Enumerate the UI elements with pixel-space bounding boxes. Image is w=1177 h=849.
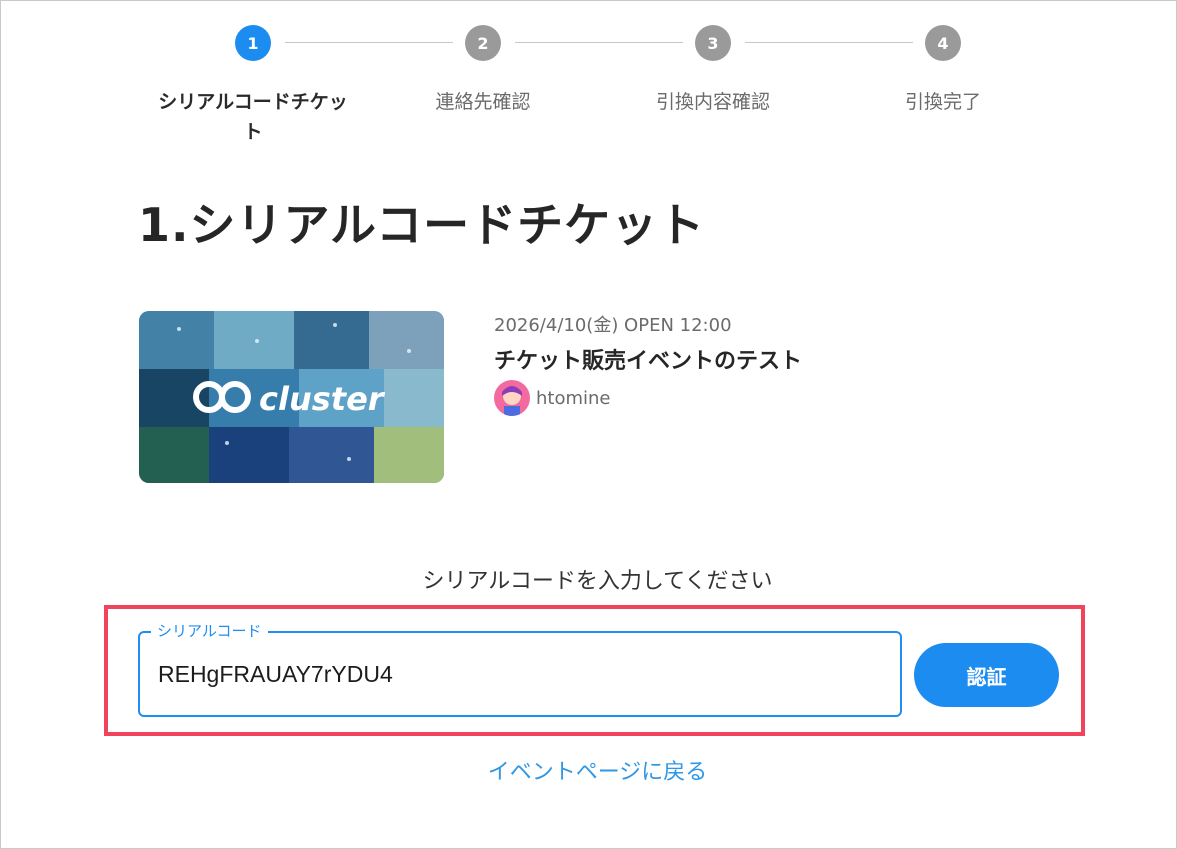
step-3-circle: 3 — [695, 25, 731, 61]
step-3-label: 引換内容確認 — [655, 91, 770, 113]
page-title: 1.シリアルコードチケット — [138, 198, 706, 252]
serial-code-label: シリアルコード — [151, 620, 268, 641]
step-4-circle: 4 — [925, 25, 961, 61]
event-thumbnail[interactable]: cluster — [139, 311, 444, 483]
progress-stepper: 1 2 3 4 シリアルコードチケット 連絡先確認 引換内容確認 引換完了 — [1, 1, 1177, 161]
step-4-label: 引換完了 — [904, 91, 981, 113]
step-1-label: シリアルコードチケット — [158, 91, 348, 143]
verify-button[interactable]: 認証 — [914, 643, 1059, 707]
host-name: htomine — [536, 387, 611, 409]
step-connector — [285, 42, 453, 43]
step-2-circle: 2 — [465, 25, 501, 61]
back-to-event-link[interactable]: イベントページに戻る — [1, 754, 1177, 786]
page-frame: 1 2 3 4 シリアルコードチケット 連絡先確認 引換内容確認 引換完了 1.… — [0, 0, 1177, 849]
cluster-banner-image: cluster — [139, 311, 444, 483]
step-connector — [515, 42, 683, 43]
step-connector — [745, 42, 913, 43]
event-date: 2026/4/10(金) OPEN 12:00 — [494, 315, 732, 336]
step-1-circle: 1 — [235, 25, 271, 61]
cluster-logo-text: cluster — [259, 380, 386, 418]
event-host[interactable]: htomine — [494, 380, 611, 416]
serial-prompt: シリアルコードを入力してください — [422, 569, 773, 594]
step-2-label: 連絡先確認 — [435, 91, 531, 113]
event-title: チケット販売イベントのテスト — [494, 349, 803, 374]
host-avatar — [494, 380, 530, 416]
serial-code-input[interactable] — [158, 656, 878, 692]
